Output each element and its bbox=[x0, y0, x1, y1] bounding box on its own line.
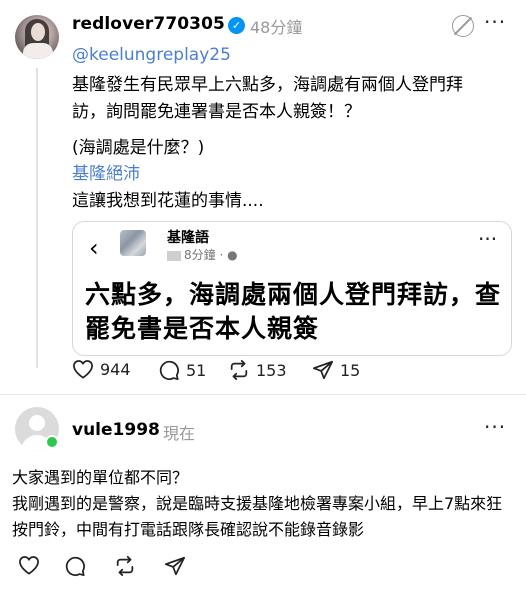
send-icon bbox=[312, 360, 334, 380]
like-button[interactable]: 944 bbox=[72, 359, 131, 379]
repost-icon[interactable] bbox=[114, 555, 136, 577]
post-text: 基隆發生有民眾早上六點多，海調處有兩個人登門拜訪，詢問罷免連署書是否本人親簽！？ bbox=[72, 75, 463, 122]
share-count: 15 bbox=[340, 360, 361, 380]
comment-icon bbox=[159, 360, 179, 381]
online-dot bbox=[45, 435, 59, 449]
repost-icon bbox=[230, 359, 248, 381]
quoted-more-icon[interactable]: ··· bbox=[478, 227, 497, 251]
mute-icon[interactable] bbox=[452, 15, 474, 37]
quoted-time: 8分鐘 · bbox=[184, 248, 224, 262]
post-timestamp: 48分鐘 bbox=[250, 18, 303, 37]
more-icon[interactable]: ··· bbox=[484, 10, 506, 34]
comment-text-2: 我剛遇到的是警察，說是臨時支援基隆地檢署專案小組，早上7點來狂按門鈴，中間有打電… bbox=[12, 494, 503, 539]
repost-button[interactable]: 153 bbox=[228, 359, 287, 381]
comment-button[interactable]: 51 bbox=[158, 359, 206, 381]
repost-count: 153 bbox=[256, 360, 287, 380]
heart-icon[interactable] bbox=[18, 555, 40, 575]
topic-tag[interactable]: 基隆絕沛 bbox=[72, 159, 140, 184]
quoted-headline: 六點多，海調處兩個人登門拜訪，查罷免書是否本人親簽 bbox=[85, 280, 502, 343]
thread-line bbox=[36, 68, 38, 368]
comment-more-icon[interactable]: ··· bbox=[484, 415, 506, 439]
mention-link[interactable]: @keelungreplay25 bbox=[72, 45, 231, 65]
heart-icon bbox=[73, 360, 93, 379]
like-count: 944 bbox=[100, 359, 131, 379]
author-avatar[interactable] bbox=[15, 15, 59, 59]
post-text-2: 這讓我想到花蓮的事情.... bbox=[72, 191, 264, 211]
post-text-paren: (海調處是什麼？) bbox=[72, 138, 205, 158]
globe-icon: ● bbox=[227, 248, 238, 262]
verified-badge-icon: ✓ bbox=[228, 17, 245, 34]
quoted-author: 基隆語 bbox=[167, 230, 209, 246]
comment-count: 51 bbox=[186, 360, 207, 380]
quoted-meta: 8分鐘 · ● bbox=[167, 246, 238, 263]
comment-text-1: 大家遇到的單位都不同？ bbox=[12, 468, 189, 487]
back-icon[interactable]: ‹ bbox=[89, 234, 99, 262]
send-icon[interactable] bbox=[164, 555, 186, 577]
quoted-avatar bbox=[120, 230, 146, 256]
quoted-post[interactable]: ‹ 基隆語 8分鐘 · ● ··· 六點多，海調處兩個人登門拜訪，查罷免書是否本… bbox=[72, 221, 512, 356]
divider bbox=[0, 394, 526, 395]
comment-username[interactable]: vule1998 bbox=[72, 420, 160, 440]
comment-timestamp: 現在 bbox=[163, 424, 196, 443]
share-button[interactable]: 15 bbox=[312, 359, 360, 381]
comment-icon[interactable] bbox=[64, 555, 86, 577]
thread-post: redlover770305 ✓ 48分鐘 ··· @keelungreplay… bbox=[0, 0, 526, 392]
post-username[interactable]: redlover770305 bbox=[72, 14, 225, 34]
